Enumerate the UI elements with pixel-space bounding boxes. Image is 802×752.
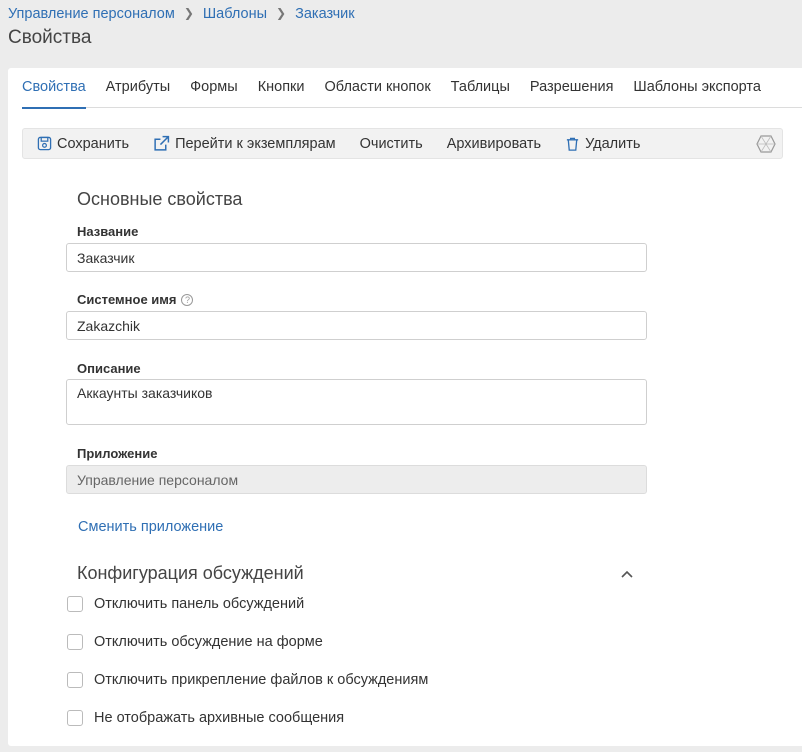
clear-button[interactable]: Очистить (360, 136, 423, 152)
system-name-label: Системное имя ? (77, 292, 194, 307)
chevron-right-icon: ❯ (276, 6, 287, 20)
description-label: Описание (77, 361, 141, 376)
tab-permissions[interactable]: Разрешения (520, 68, 624, 108)
archive-button[interactable]: Архивировать (447, 136, 541, 152)
option-label: Отключить прикрепление файлов к обсужден… (94, 672, 429, 688)
goto-instances-label: Перейти к экземплярам (175, 135, 336, 152)
tab-forms[interactable]: Формы (180, 68, 248, 108)
disable-form-discussion-option[interactable]: Отключить обсуждение на форме (67, 634, 323, 650)
name-label: Название (77, 224, 139, 239)
properties-card: Свойства Атрибуты Формы Кнопки Области к… (8, 68, 802, 746)
change-application-link[interactable]: Сменить приложение (78, 519, 223, 535)
tab-tables[interactable]: Таблицы (441, 68, 520, 108)
tab-button-areas[interactable]: Области кнопок (315, 68, 441, 108)
save-button-label: Сохранить (57, 135, 130, 152)
option-label: Не отображать архивные сообщения (94, 710, 345, 726)
archive-button-label: Архивировать (446, 135, 542, 152)
delete-button-label: Удалить (585, 135, 641, 152)
save-button[interactable]: Сохранить (37, 136, 129, 152)
tab-attributes[interactable]: Атрибуты (96, 68, 180, 108)
tab-properties[interactable]: Свойства (22, 68, 96, 109)
disable-file-attachments-option[interactable]: Отключить прикрепление файлов к обсужден… (67, 672, 428, 688)
page-title: Свойства (8, 27, 92, 48)
system-name-input[interactable] (66, 311, 647, 340)
trash-icon (566, 137, 579, 151)
checkbox[interactable] (67, 672, 83, 688)
description-textarea[interactable]: Аккаунты заказчиков (66, 379, 647, 425)
settings-hex-button[interactable] (756, 134, 776, 153)
goto-instances-button[interactable]: Перейти к экземплярам (153, 135, 336, 152)
checkbox[interactable] (67, 596, 83, 612)
breadcrumb: Управление персоналом ❯ Шаблоны ❯ Заказч… (8, 6, 355, 22)
system-name-label-text: Системное имя (77, 292, 177, 307)
breadcrumb-link-current[interactable]: Заказчик (295, 6, 355, 22)
external-link-icon (154, 135, 170, 151)
discussion-config-heading: Конфигурация обсуждений (77, 563, 304, 583)
hide-archived-messages-option[interactable]: Не отображать архивные сообщения (67, 710, 344, 726)
basic-properties-heading: Основные свойства (77, 189, 243, 209)
tab-export-templates[interactable]: Шаблоны экспорта (623, 68, 771, 108)
hexagon-settings-icon (756, 134, 776, 153)
delete-button[interactable]: Удалить (565, 136, 640, 152)
name-input[interactable] (66, 243, 647, 272)
tab-bar: Свойства Атрибуты Формы Кнопки Области к… (22, 68, 802, 109)
toolbar: Сохранить Перейти к экземплярам Очистить… (22, 128, 783, 159)
help-icon[interactable]: ? (181, 293, 194, 306)
option-label: Отключить обсуждение на форме (94, 634, 323, 650)
application-input (66, 465, 647, 494)
save-icon (37, 136, 52, 151)
checkbox[interactable] (67, 710, 83, 726)
breadcrumb-link-templates[interactable]: Шаблоны (203, 6, 267, 22)
chevron-right-icon: ❯ (183, 6, 194, 20)
option-label: Отключить панель обсуждений (94, 596, 305, 612)
tab-buttons[interactable]: Кнопки (248, 68, 315, 108)
checkbox[interactable] (67, 634, 83, 650)
chevron-up-icon[interactable] (620, 566, 634, 584)
clear-button-label: Очистить (359, 135, 423, 152)
disable-discussion-panel-option[interactable]: Отключить панель обсуждений (67, 596, 304, 612)
breadcrumb-link-app[interactable]: Управление персоналом (8, 6, 175, 22)
application-label: Приложение (77, 446, 158, 461)
